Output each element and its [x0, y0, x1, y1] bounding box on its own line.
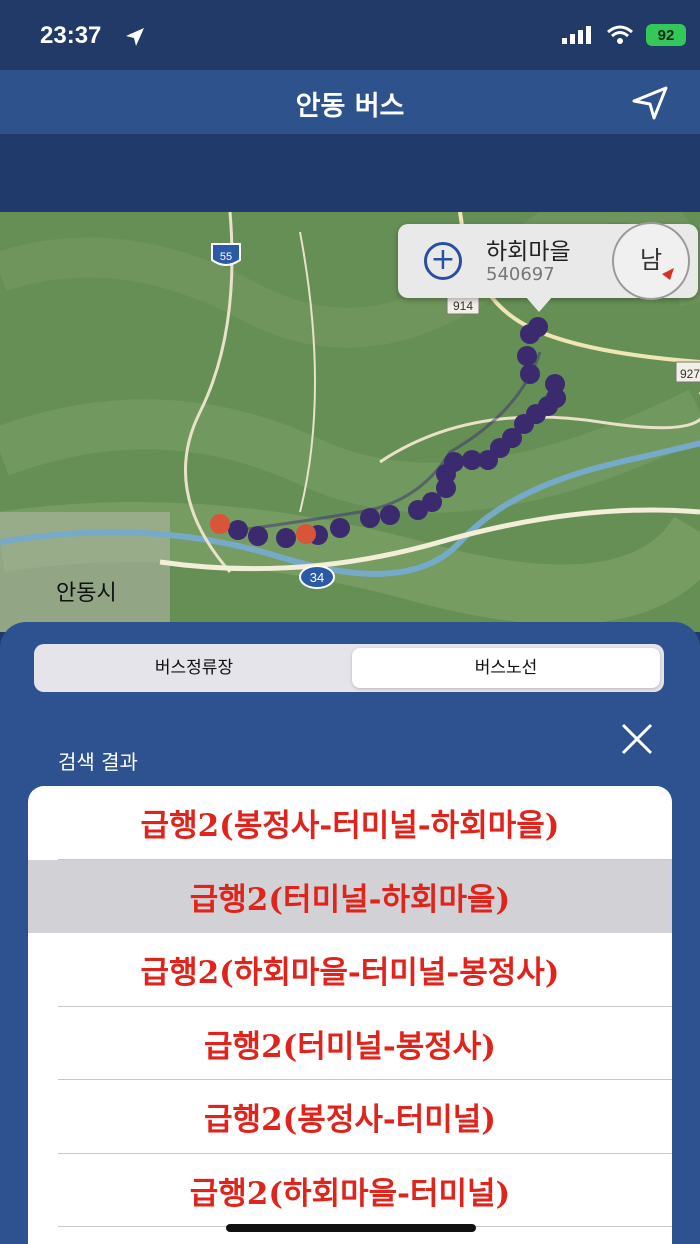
list-item[interactable]: 급행2(봉정사-터미널)	[28, 1080, 672, 1154]
cellular-signal-icon	[562, 26, 591, 44]
compass-button[interactable]: 남	[612, 222, 690, 300]
route-results-list: 급행2(봉정사-터미널-하회마을) 급행2(터미널-하회마을) 급행2(하회마을…	[28, 786, 672, 1244]
compass-direction: 남	[639, 246, 663, 274]
list-item[interactable]: 급행2(터미널-봉정사)	[28, 1007, 672, 1080]
nav-spacer	[0, 134, 700, 212]
list-item[interactable]: 급행2(봉정사-터미널-하회마을)	[28, 786, 672, 860]
callout-stop-name: 하회마을	[486, 239, 571, 265]
bottom-sheet: 버스정류장 버스노선 검색 결과 급행2(봉정사-터미널-하회마을) 급행2(터…	[0, 622, 700, 1244]
location-arrow-icon	[126, 28, 144, 46]
close-icon[interactable]	[620, 722, 654, 756]
results-heading: 검색 결과	[58, 750, 138, 774]
compass-needle-icon	[662, 268, 674, 280]
status-time: 23:37	[40, 22, 102, 49]
home-indicator	[226, 1224, 476, 1232]
list-item[interactable]: 급행2(하회마을-터미널-봉정사)	[28, 933, 672, 1007]
segmented-control: 버스정류장 버스노선	[34, 644, 664, 692]
list-item-selected[interactable]: 급행2(터미널-하회마을)	[28, 859, 672, 933]
callout-stop-code: 540697	[486, 264, 555, 285]
route-927-label: 927	[680, 367, 700, 381]
list-item[interactable]: 급행2(하회마을-터미널)	[28, 1154, 672, 1227]
tab-bus-routes[interactable]: 버스노선	[352, 648, 660, 688]
nav-bar: 안동 버스	[0, 70, 700, 134]
tab-bus-stops[interactable]: 버스정류장	[38, 648, 350, 688]
page-title: 안동 버스	[295, 91, 405, 122]
status-bar: 23:37 92	[0, 0, 700, 70]
route-914-label: 914	[453, 299, 473, 313]
battery-icon: 92	[646, 24, 686, 46]
current-location-icon[interactable]	[630, 86, 670, 120]
callout-pointer	[525, 296, 553, 312]
add-favorite-button[interactable]: +	[424, 242, 462, 280]
city-label: 안동시	[56, 581, 117, 606]
wifi-icon	[607, 25, 633, 44]
route-34-label: 34	[310, 570, 324, 585]
highway-55-label: 55	[220, 251, 232, 263]
